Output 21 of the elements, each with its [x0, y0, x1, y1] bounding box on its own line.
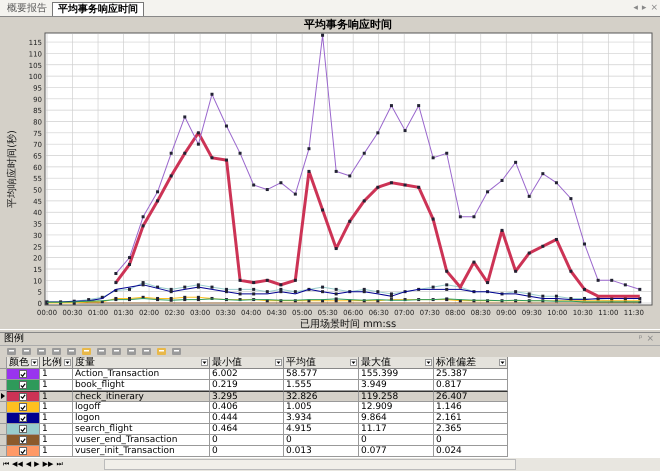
table-cell: check_itinerary — [73, 391, 210, 402]
table-cell: 0.013 — [284, 446, 359, 457]
chart-title: 平均事务响应时间 — [304, 18, 392, 31]
x-axis-title: 已用场景时间 mm:ss — [300, 319, 396, 329]
table-cell: 0 — [210, 446, 284, 457]
panel-title: 图例 — [4, 333, 24, 345]
table-cell: book_flight — [73, 380, 210, 391]
table-cell: 3.949 — [359, 380, 434, 391]
table-cell: 0.817 — [434, 380, 508, 391]
table-cell: 0.024 — [434, 446, 508, 457]
table-cell: 26.407 — [434, 391, 508, 402]
table-cell: 0.077 — [359, 446, 434, 457]
table-cell: 1 — [40, 446, 73, 457]
y-axis-title: 平均响应时间(秒) — [7, 130, 18, 208]
table-cell: 0.219 — [210, 380, 284, 391]
table-cell: 3.295 — [210, 391, 284, 402]
table-cell: 1.555 — [284, 380, 359, 391]
table-cell: 32.826 — [284, 391, 359, 402]
table-cell: 119.258 — [359, 391, 434, 402]
table-cell: vuser_init_Transaction — [73, 446, 210, 457]
table-cell: 1 — [40, 380, 73, 391]
